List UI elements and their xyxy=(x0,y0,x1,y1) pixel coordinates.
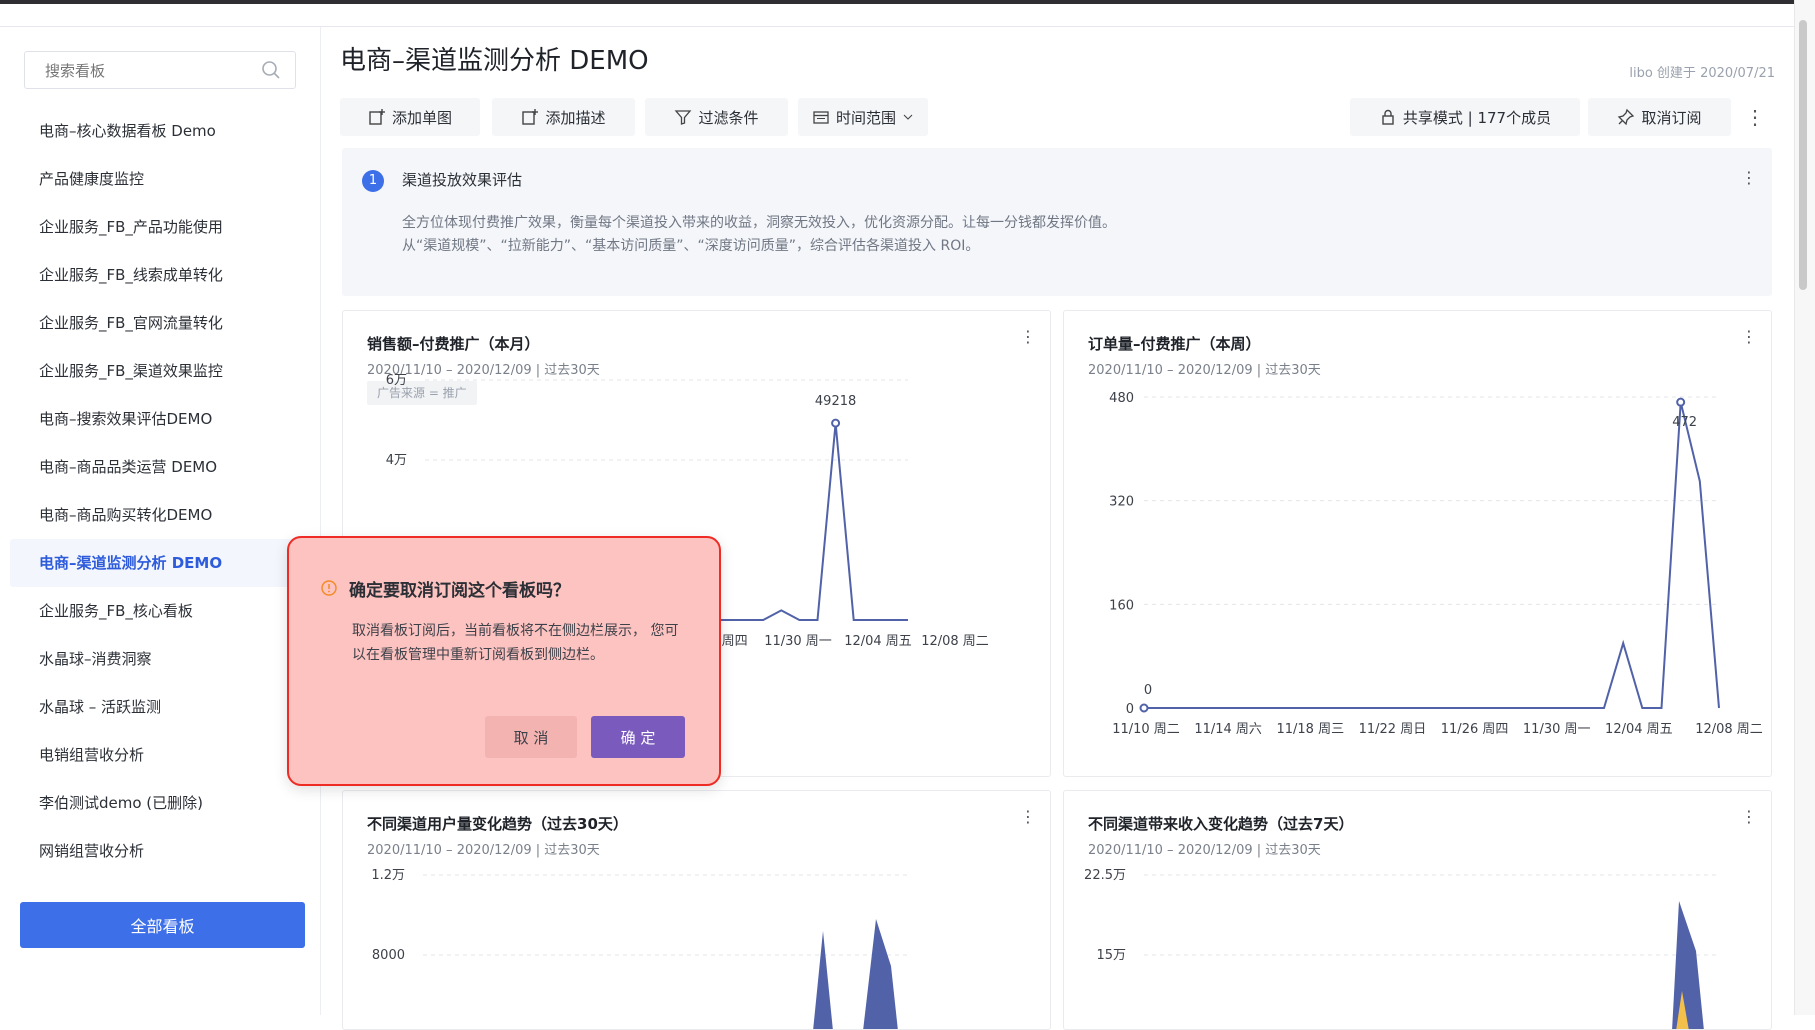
area-series xyxy=(863,919,898,1029)
data-label: 472 xyxy=(1672,415,1697,430)
filter-button[interactable]: 过滤条件 xyxy=(645,98,788,136)
x-tick-label: 12/08 周二 xyxy=(1695,722,1763,737)
add-chart-label: 添加单图 xyxy=(391,108,452,127)
dialog-body: 取消看板订阅后，当前看板将不在侧边栏展示， 您可以在看板管理中重新订阅看板到侧边… xyxy=(352,623,679,663)
more-options-button[interactable]: ⋮ xyxy=(1738,98,1772,136)
sidebar-item[interactable]: 电销组营收分析 xyxy=(10,731,310,779)
sidebar: 电商–核心数据看板 Demo产品健康度监控企业服务_FB_产品功能使用企业服务_… xyxy=(0,27,321,1015)
orders-line-chart: 480 320 160 00 472 11/10 周二 11/14 周六 11/18 周三 11… xyxy=(1109,391,1763,737)
x-tick-label: 12/04 周五 xyxy=(844,634,912,649)
chevron-down-icon xyxy=(903,114,913,120)
orders-chart-card: 订单量–付费推广（本周） 2020/11/10 – 2020/12/09 | 过… xyxy=(1063,310,1772,777)
revenue-area-chart: 22.5万 15万 xyxy=(1084,868,1719,1029)
x-tick-label: 11/30 周一 xyxy=(764,634,832,649)
x-tick-label: 11/14 周六 xyxy=(1194,722,1262,737)
confirm-button[interactable]: 确 定 xyxy=(591,716,685,758)
description-more-icon[interactable]: ⋮ xyxy=(1740,168,1758,188)
window-top-bar xyxy=(0,0,1815,4)
area-series xyxy=(1672,901,1704,1029)
search-box[interactable] xyxy=(24,51,296,89)
add-chart-icon xyxy=(369,109,385,125)
add-description-button[interactable]: 添加描述 xyxy=(492,98,635,136)
add-chart-button[interactable]: 添加单图 xyxy=(340,98,480,136)
sidebar-item[interactable]: 企业服务_FB_核心看板 xyxy=(10,587,310,635)
sidebar-item[interactable]: 网销组营收分析 xyxy=(10,827,310,875)
sidebar-item[interactable]: 电商–搜索效果评估DEMO xyxy=(10,395,310,443)
pin-icon xyxy=(1618,108,1635,126)
sidebar-item[interactable]: 水晶球–消费洞察 xyxy=(10,635,310,683)
share-mode-button[interactable]: 共享模式 | 177个成员 xyxy=(1350,98,1580,136)
sidebar-item[interactable]: 企业服务_FB_线索成单转化 xyxy=(10,251,310,299)
y-tick-label: 22.5万 xyxy=(1084,868,1126,883)
data-point xyxy=(831,418,841,428)
y-tick-label: 1.2万 xyxy=(371,868,405,883)
sidebar-item[interactable]: 电商–核心数据看板 Demo xyxy=(10,107,310,155)
data-point xyxy=(1676,397,1686,407)
data-point xyxy=(1139,703,1149,713)
section-number-badge: 1 xyxy=(362,170,384,192)
filter-label: 过滤条件 xyxy=(698,108,759,127)
sidebar-item[interactable]: 电商–商品品类运营 DEMO xyxy=(10,443,310,491)
sidebar-item[interactable]: 电商–渠道监测分析 DEMO xyxy=(10,539,310,587)
calendar-icon xyxy=(813,111,829,124)
x-tick-label: 11/22 周日 xyxy=(1359,722,1427,737)
page-title: 电商–渠道监测分析 DEMO xyxy=(340,46,649,76)
sidebar-item[interactable]: 李伯测试demo (已删除) xyxy=(10,779,310,827)
scrollbar-thumb[interactable] xyxy=(1799,20,1807,290)
x-tick-label: 11/18 周三 xyxy=(1276,722,1344,737)
add-description-icon xyxy=(522,109,539,125)
sidebar-item[interactable]: 水晶球 – 活跃监测 xyxy=(10,683,310,731)
filter-icon xyxy=(675,110,692,125)
dialog-title: 确定要取消订阅这个看板吗？ xyxy=(349,581,570,601)
sidebar-item[interactable]: 产品健康度监控 xyxy=(10,155,310,203)
x-tick-label: 12/08 周二 xyxy=(921,634,989,649)
x-tick-label: 11/10 周二 xyxy=(1112,722,1180,737)
unsubscribe-label: 取消订阅 xyxy=(1641,108,1702,127)
time-range-dropdown[interactable]: 时间范围 xyxy=(798,98,928,136)
sidebar-item[interactable]: 企业服务_FB_产品功能使用 xyxy=(10,203,310,251)
y-tick-label: 4万 xyxy=(386,453,407,468)
all-dashboards-button[interactable]: 全部看板 xyxy=(20,902,305,948)
x-tick-label: 11/26 周四 xyxy=(1441,722,1509,737)
revenue-chart-card: 不同渠道带来收入变化趋势（过去7天） 2020/11/10 – 2020/12/… xyxy=(1063,790,1772,1030)
y-tick-label: 160 xyxy=(1109,598,1134,613)
description-line-1: 全方位体现付费推广效果，衡量每个渠道投入带来的收益，洞察无效投入，优化资源分配。… xyxy=(402,215,1116,231)
unsubscribe-button[interactable]: 取消订阅 xyxy=(1588,98,1731,136)
users-area-chart: 1.2万 8000 xyxy=(371,868,908,1029)
y-tick-label: 8000 xyxy=(372,948,405,963)
description-card: 1 渠道投放效果评估 全方位体现付费推广效果，衡量每个渠道投入带来的收益，洞察无… xyxy=(342,148,1772,296)
warning-icon xyxy=(321,580,337,596)
time-range-label: 时间范围 xyxy=(835,108,896,127)
description-line-2: 从“渠道规模”、“拉新能力”、“基本访问质量”、“深度访问质量”，综合评估各渠道… xyxy=(402,238,980,254)
x-tick-label: 11/30 周一 xyxy=(1523,722,1591,737)
x-tick-label: 12/04 周五 xyxy=(1605,722,1673,737)
sidebar-item[interactable]: 企业服务_FB_官网流量转化 xyxy=(10,299,310,347)
area-series xyxy=(813,931,833,1029)
sidebar-item[interactable]: 电商–商品购买转化DEMO xyxy=(10,491,310,539)
sidebar-item[interactable]: 企业服务_FB_渠道效果监控 xyxy=(10,347,310,395)
data-label: 0 xyxy=(1144,683,1152,698)
users-chart-card: 不同渠道用户量变化趋势（过去30天） 2020/11/10 – 2020/12/… xyxy=(342,790,1051,1030)
dashboard-list: 电商–核心数据看板 Demo 产品健康度监控 企业服务_FB_产品功能使用 企业服务_… xyxy=(10,107,310,875)
unsubscribe-confirm-dialog: 确定要取消订阅这个看板吗？ 取消看板订阅后，当前看板将不在侧边栏展示， 您可以在… xyxy=(287,536,721,786)
share-mode-label: 共享模式 | 177个成员 xyxy=(1402,108,1552,127)
creator-meta: libo 创建于 2020/07/21 xyxy=(1629,66,1775,81)
y-tick-label: 480 xyxy=(1109,391,1134,406)
series-line xyxy=(1144,401,1720,709)
data-label: 49218 xyxy=(815,394,856,409)
search-input[interactable] xyxy=(43,61,257,81)
description-title: 渠道投放效果评估 xyxy=(402,171,523,189)
y-tick-label: 6万 xyxy=(386,373,407,388)
y-tick-label: 0 xyxy=(1126,702,1134,717)
add-description-label: 添加描述 xyxy=(545,108,606,127)
lock-icon xyxy=(1382,109,1394,125)
y-tick-label: 320 xyxy=(1109,495,1134,510)
search-icon[interactable] xyxy=(261,60,281,80)
y-tick-label: 15万 xyxy=(1096,948,1126,963)
cancel-button[interactable]: 取 消 xyxy=(485,716,577,758)
